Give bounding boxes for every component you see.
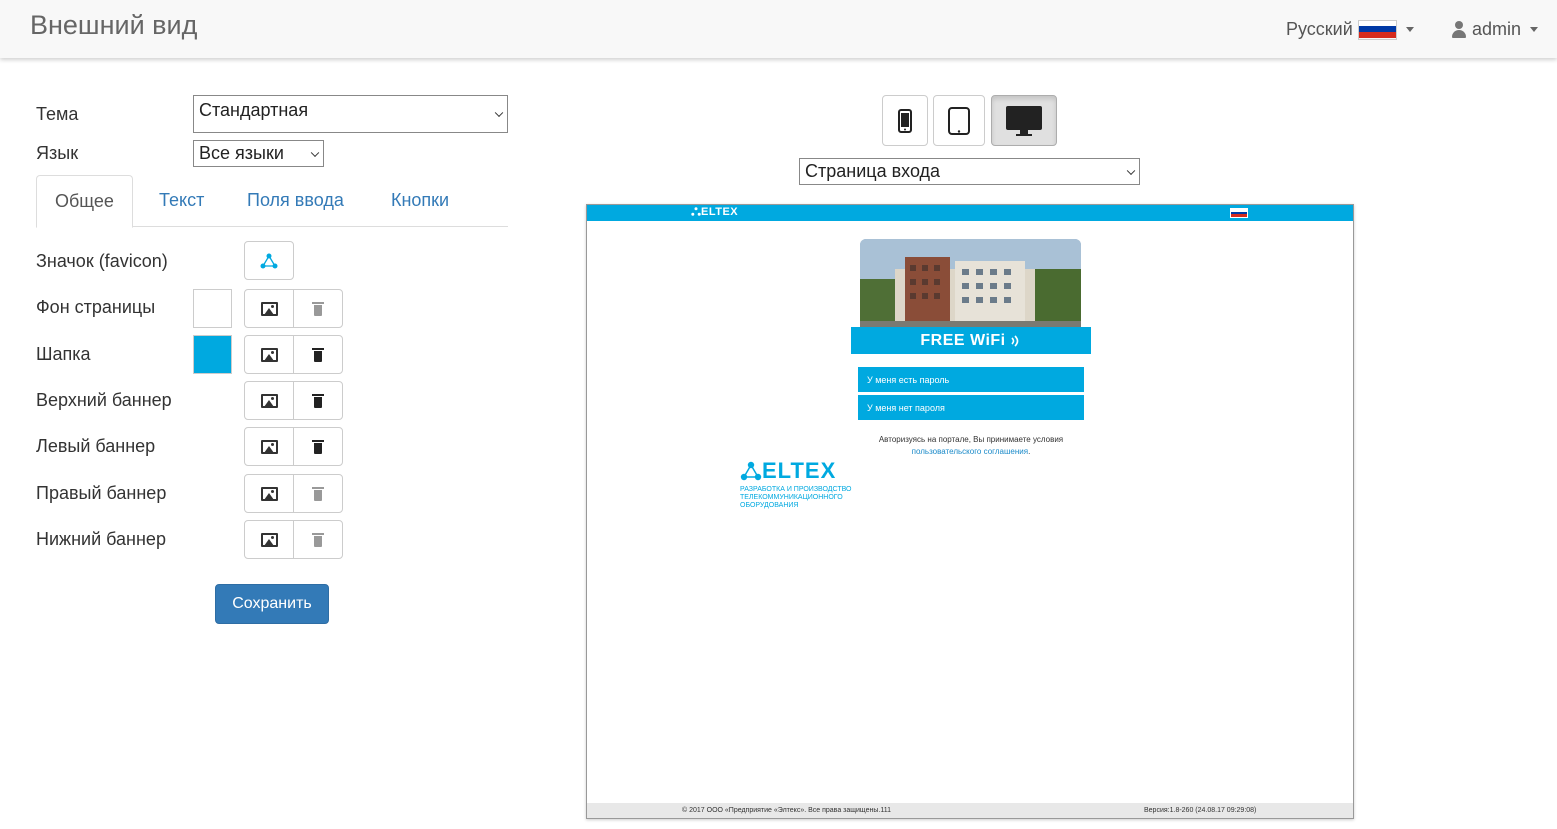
page-bg-delete-button[interactable] [293,289,343,328]
trash-icon [312,347,324,362]
language-filter-value: Все языки [199,143,284,163]
theme-select-value: Стандартная [199,100,309,120]
trash-icon [312,439,324,454]
header-image-button[interactable] [244,335,294,374]
preview-header-logo: ELTEX [691,206,738,218]
image-icon [260,486,278,501]
left-banner-label: Левый баннер [36,436,156,456]
top-banner-label: Верхний баннер [36,390,172,410]
image-icon [260,347,278,362]
trash-icon [312,393,324,408]
preview-footer-copyright: © 2017 ООО «Предприятие «Элтекс». Все пр… [682,807,891,814]
preview-page-select-value: Страница входа [805,161,941,181]
preview-footer-version: Версия:1.8-260 (24.08.17 09:29:08) [1144,807,1257,814]
save-button[interactable]: Сохранить [215,584,329,624]
left-banner-image-button[interactable] [244,427,294,466]
trash-icon [312,486,324,501]
favicon-label: Значок (favicon) [36,251,168,271]
header-delete-button[interactable] [293,335,343,374]
tab-general[interactable]: Общее [36,175,133,228]
preview-terms-text: Авторизуясь на портале, Вы принимаете ус… [878,435,1064,456]
trash-icon [312,532,324,547]
preview-banner-image [860,239,1081,329]
left-banner-delete-button[interactable] [293,427,343,466]
tablet-icon [948,106,970,135]
top-navbar: Внешний вид Русский admin [0,0,1557,58]
image-icon [260,301,278,316]
language-dropdown[interactable]: Русский [1286,19,1414,40]
header-color-swatch[interactable] [193,335,232,374]
bottom-banner-image-button[interactable] [244,520,294,559]
eltex-logo-icon [691,207,701,216]
chevron-down-icon [310,148,320,157]
favicon-button[interactable] [244,241,294,280]
preview-have-password-button[interactable]: У меня есть пароль [858,367,1084,392]
chevron-down-icon [1126,166,1136,175]
right-banner-delete-button[interactable] [293,474,343,513]
tab-buttons[interactable]: Кнопки [391,175,449,227]
device-phone-button[interactable] [882,95,928,146]
wifi-signal-icon [1011,334,1018,347]
preview-left-banner-logo: ELTEX РАЗРАБОТКА И ПРОИЗВОДСТВО ТЕЛЕКОММ… [740,458,852,509]
image-icon [260,393,278,408]
caret-down-icon [1405,27,1414,32]
settings-tabs: Общее Текст Поля ввода Кнопки [36,175,508,228]
portal-preview: ELTEX FREE WiFi У меня есть пароль У мен… [586,204,1354,819]
tab-text[interactable]: Текст [159,175,204,227]
top-banner-image-button[interactable] [244,381,294,420]
eltex-favicon-icon [260,253,278,268]
preview-terms-link[interactable]: пользовательского соглашения [912,447,1028,456]
russian-flag-icon [1357,19,1397,40]
language-filter-label: Язык [36,143,79,163]
user-dropdown[interactable]: admin [1452,19,1539,40]
trash-icon [312,301,324,316]
phone-icon [898,108,912,133]
image-icon [260,532,278,547]
language-filter-select[interactable]: Все языки [193,140,324,167]
header-label: Шапка [36,344,91,364]
tab-input-fields[interactable]: Поля ввода [247,175,344,227]
preview-header: ELTEX [587,205,1353,221]
bottom-banner-label: Нижний баннер [36,529,166,549]
language-label: Русский [1286,19,1353,39]
right-banner-image-button[interactable] [244,474,294,513]
theme-select[interactable]: Стандартная [193,95,508,133]
device-tablet-button[interactable] [933,95,985,146]
right-banner-label: Правый баннер [36,483,167,503]
chevron-down-icon [494,108,504,118]
desktop-monitor-icon [1006,105,1042,136]
image-icon [260,439,278,454]
user-icon [1452,21,1466,38]
theme-label: Тема [36,104,79,124]
page-title: Внешний вид [30,10,198,40]
preview-no-password-button[interactable]: У меня нет пароля [858,395,1084,420]
page-bg-image-button[interactable] [244,289,294,328]
device-desktop-button[interactable] [991,95,1057,146]
top-banner-delete-button[interactable] [293,381,343,420]
caret-down-icon [1530,27,1539,32]
eltex-logo-icon [740,461,762,481]
user-name: admin [1472,19,1522,39]
page-bg-color-swatch[interactable] [193,289,232,328]
bottom-banner-delete-button[interactable] [293,520,343,559]
preview-russian-flag-icon [1230,208,1248,218]
page-bg-label: Фон страницы [36,297,156,317]
preview-free-wifi-bar: FREE WiFi [851,327,1091,354]
preview-page-select[interactable]: Страница входа [799,158,1140,185]
preview-footer: © 2017 ООО «Предприятие «Элтекс». Все пр… [587,803,1353,818]
